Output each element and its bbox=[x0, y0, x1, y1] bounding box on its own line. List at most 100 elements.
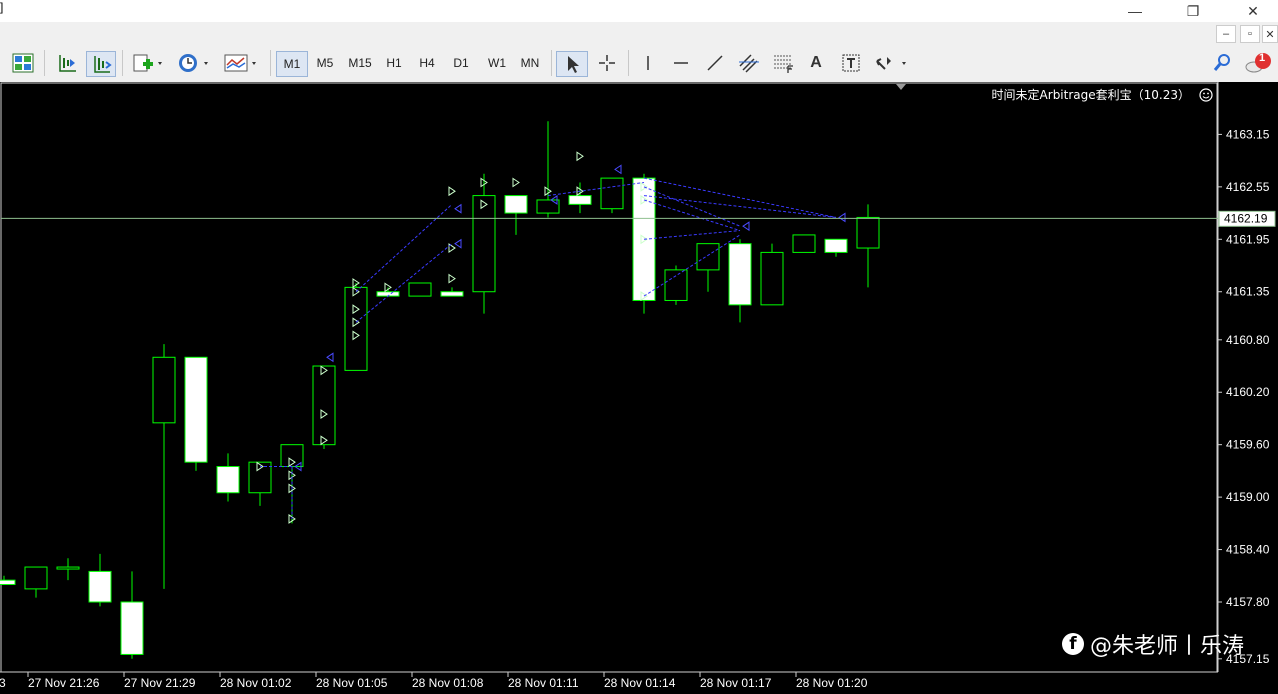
candle-body bbox=[152, 356, 176, 424]
trendline-icon[interactable] bbox=[702, 51, 728, 75]
candle-body bbox=[56, 566, 80, 570]
chart-restore-button[interactable]: ▫ bbox=[1240, 25, 1260, 43]
toolbar: M1 M5 M15 H1 H4 D1 W1 MN A 1 bbox=[0, 44, 1278, 83]
y-tick-label: 4160.20 bbox=[1226, 385, 1270, 399]
notifications-icon[interactable]: 1 bbox=[1244, 51, 1274, 75]
x-tick-label: 28 Nov 01:05 bbox=[316, 676, 388, 689]
vertical-line-icon[interactable] bbox=[636, 51, 660, 75]
current-price-tag: 4162.19 bbox=[1218, 210, 1276, 227]
timeframe-h1[interactable]: H1 bbox=[380, 51, 408, 75]
candle bbox=[792, 234, 816, 253]
y-tick-label: 4162.55 bbox=[1226, 180, 1270, 194]
chart-window-bar: – ▫ ✕ bbox=[0, 22, 1278, 44]
title-bar: ] — ❐ ✕ bbox=[0, 0, 1278, 22]
candle bbox=[408, 282, 432, 297]
chart-minimize-button[interactable]: – bbox=[1216, 25, 1236, 43]
candle-body bbox=[120, 601, 144, 655]
separator bbox=[551, 50, 552, 76]
title-edge-text: ] bbox=[0, 0, 4, 14]
autoscroll-icon[interactable] bbox=[86, 51, 116, 77]
plot-frame bbox=[0, 82, 1218, 673]
indicator-label: 时间未定Arbitrage套利宝（10.23） bbox=[992, 87, 1190, 102]
candle-body bbox=[824, 238, 848, 253]
y-tick-label: 4158.40 bbox=[1226, 543, 1270, 557]
candle bbox=[312, 365, 336, 450]
price-chart: 4163.15 4162.55 4161.95 4161.35 4160.80 4160.… bbox=[0, 82, 1276, 690]
x-tick-label: 27 Nov 21:29 bbox=[124, 676, 196, 689]
candle-body bbox=[216, 466, 240, 494]
timeframe-mn[interactable]: MN bbox=[515, 51, 545, 75]
crosshair-icon[interactable] bbox=[594, 51, 620, 75]
fibonacci-icon[interactable] bbox=[770, 51, 796, 75]
candle bbox=[760, 243, 784, 306]
x-tick-label: 28 Nov 01:20 bbox=[796, 676, 868, 689]
y-tick-label: 4160.80 bbox=[1226, 333, 1270, 347]
y-tick-label: 4161.35 bbox=[1226, 285, 1270, 299]
candle-body bbox=[792, 234, 816, 253]
timeframe-m15[interactable]: M15 bbox=[344, 51, 376, 75]
candle-body bbox=[504, 195, 528, 214]
horizontal-line-icon[interactable] bbox=[668, 51, 694, 75]
watermark-text: @朱老师丨乐涛 bbox=[1090, 634, 1245, 659]
separator bbox=[628, 50, 629, 76]
text-label-icon[interactable] bbox=[838, 51, 864, 75]
cursor-icon[interactable] bbox=[556, 51, 588, 77]
template-icon[interactable] bbox=[222, 51, 260, 75]
separator bbox=[44, 50, 45, 76]
candle-body bbox=[536, 199, 560, 214]
x-tick-label: 28 Nov 01:14 bbox=[604, 676, 676, 689]
notification-count: 1 bbox=[1259, 52, 1266, 64]
text-tool-icon[interactable]: A bbox=[804, 51, 828, 75]
candle bbox=[184, 356, 208, 471]
timeframe-d1[interactable]: D1 bbox=[447, 51, 475, 75]
candle-body bbox=[664, 269, 688, 301]
y-tick-label: 4159.00 bbox=[1226, 490, 1270, 504]
candle-body bbox=[88, 570, 112, 603]
candle-body bbox=[696, 243, 720, 271]
candle-body bbox=[440, 291, 464, 297]
candle-body bbox=[344, 286, 368, 371]
search-icon[interactable] bbox=[1210, 51, 1234, 75]
current-price-label: 4162.19 bbox=[1224, 211, 1268, 225]
candle-body bbox=[0, 579, 16, 586]
profiles-icon[interactable] bbox=[10, 51, 36, 75]
facebook-icon: f bbox=[1062, 633, 1084, 655]
candle-body bbox=[312, 365, 336, 446]
chart-area[interactable]: 4163.15 4162.55 4161.95 4161.35 4160.80 4160.… bbox=[0, 82, 1278, 690]
arrows-icon[interactable] bbox=[872, 51, 912, 75]
candle-body bbox=[472, 195, 496, 293]
separator bbox=[270, 50, 271, 76]
y-tick-label: 4159.60 bbox=[1226, 438, 1270, 452]
timeframe-h4[interactable]: H4 bbox=[413, 51, 441, 75]
x-tick-label: 28 Nov 01:11 bbox=[508, 676, 579, 689]
timeframe-w1[interactable]: W1 bbox=[483, 51, 511, 75]
candle-body bbox=[600, 177, 624, 210]
x-tick-label: 28 Nov 01:08 bbox=[412, 676, 484, 689]
clock-icon[interactable] bbox=[176, 51, 212, 75]
candle bbox=[344, 282, 368, 371]
candle bbox=[632, 173, 656, 314]
minimize-button[interactable]: — bbox=[1112, 0, 1158, 22]
restore-button[interactable]: ❐ bbox=[1170, 0, 1216, 22]
y-tick-label: 4161.95 bbox=[1226, 232, 1270, 246]
watermark: f @朱老师丨乐涛 bbox=[1062, 628, 1244, 660]
equidistant-channel-icon[interactable] bbox=[736, 51, 762, 75]
y-tick-label: 4157.80 bbox=[1226, 595, 1270, 609]
chart-shift-icon[interactable] bbox=[54, 51, 80, 75]
candle-body bbox=[408, 282, 432, 297]
chart-close-button[interactable]: ✕ bbox=[1262, 25, 1278, 43]
new-chart-icon[interactable] bbox=[130, 51, 166, 75]
candle-body bbox=[376, 291, 400, 297]
close-button[interactable]: ✕ bbox=[1230, 0, 1276, 22]
separator bbox=[122, 50, 123, 76]
candle-body bbox=[568, 195, 592, 205]
x-tick-label: 28 Nov 01:02 bbox=[220, 676, 292, 689]
candle-body bbox=[184, 356, 208, 463]
timeframe-m1[interactable]: M1 bbox=[276, 51, 308, 77]
candle-body bbox=[856, 216, 880, 249]
left-edge-label: 3 bbox=[0, 676, 6, 689]
candle-body bbox=[760, 251, 784, 306]
timeframe-m5[interactable]: M5 bbox=[310, 51, 340, 75]
candle-body bbox=[24, 566, 48, 590]
candle bbox=[600, 177, 624, 214]
